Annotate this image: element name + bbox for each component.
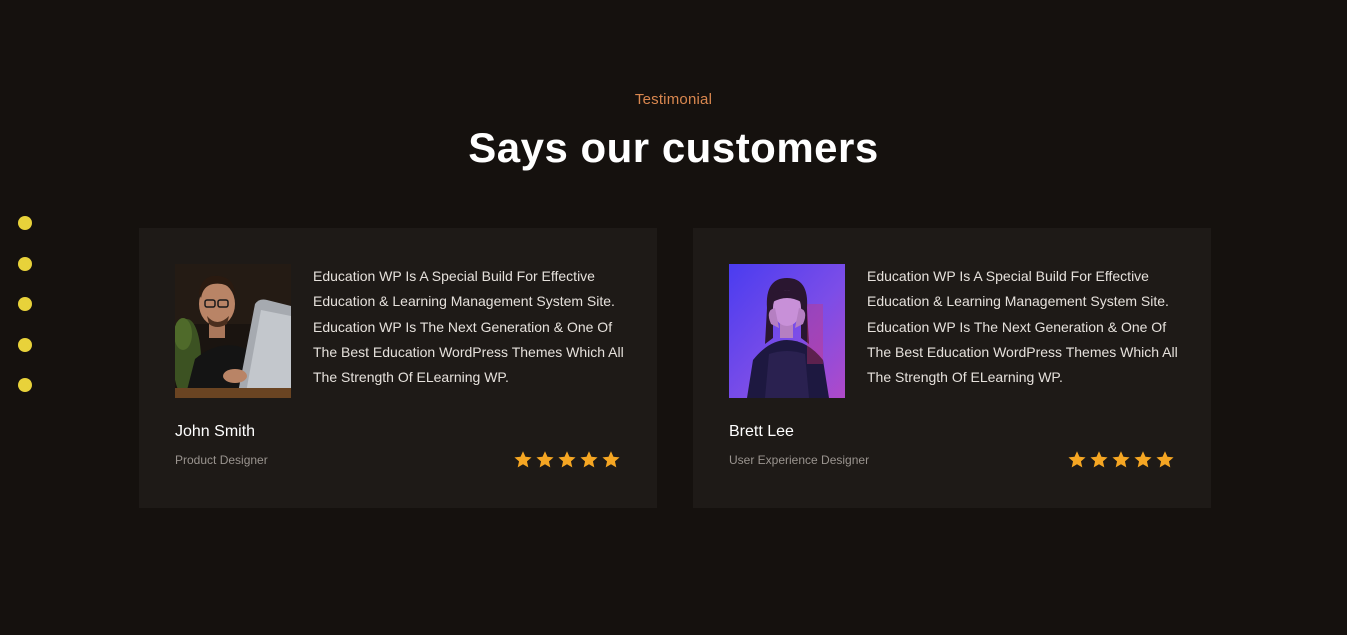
testimonial-card: Education WP Is A Special Build For Effe… bbox=[139, 228, 657, 508]
carousel-dot-1[interactable] bbox=[18, 216, 32, 230]
testimonial-card: Education WP Is A Special Build For Effe… bbox=[693, 228, 1211, 508]
star-icon bbox=[1134, 451, 1152, 468]
star-rating bbox=[1067, 450, 1175, 469]
section-title: Says our customers bbox=[468, 124, 879, 171]
carousel-dot-5[interactable] bbox=[18, 378, 32, 392]
section-subtitle: Testimonial bbox=[634, 91, 713, 108]
carousel-dot-2[interactable] bbox=[18, 256, 32, 271]
star-icon bbox=[602, 451, 620, 468]
customer-name: John Smith bbox=[175, 423, 256, 440]
carousel-dot-3[interactable] bbox=[18, 297, 32, 311]
customer-role: Product Designer bbox=[175, 453, 268, 467]
testimonial-quote: Education WP Is A Special Build For Effe… bbox=[313, 268, 624, 386]
star-icon bbox=[536, 451, 554, 468]
testimonial-quote: Education WP Is A Special Build For Effe… bbox=[867, 268, 1178, 386]
star-rating bbox=[513, 450, 621, 469]
carousel-dots bbox=[18, 216, 32, 419]
star-icon bbox=[1156, 451, 1174, 468]
carousel-dot-4[interactable] bbox=[18, 337, 32, 352]
avatar bbox=[729, 264, 845, 398]
star-icon bbox=[580, 451, 598, 468]
avatar-photo bbox=[175, 264, 291, 398]
star-icon bbox=[1068, 451, 1086, 468]
avatar-photo bbox=[729, 264, 845, 398]
star-icon bbox=[558, 451, 576, 468]
star-icon bbox=[1112, 451, 1130, 468]
avatar bbox=[175, 264, 291, 398]
star-icon bbox=[1090, 451, 1108, 468]
star-icon bbox=[514, 451, 532, 468]
customer-role: User Experience Designer bbox=[729, 453, 870, 467]
customer-name: Brett Lee bbox=[729, 423, 794, 440]
